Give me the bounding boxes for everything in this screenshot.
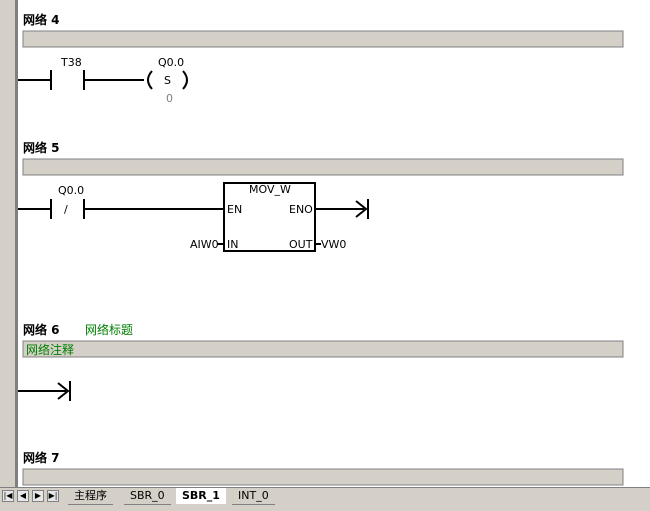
network-6-comment-bar[interactable] <box>22 340 624 358</box>
network-4-comment-bar[interactable] <box>22 30 624 48</box>
last-tab-button[interactable]: ▶| <box>47 490 59 502</box>
prev-tab-button[interactable]: ◀ <box>17 490 29 502</box>
mov-w-in-operand[interactable]: AIW0 <box>190 238 219 251</box>
program-tab-bar: |◀ ◀ ▶ ▶| 主程序 SBR_0 SBR_1 INT_0 <box>0 487 650 511</box>
network-5-contact-type: / <box>64 203 68 216</box>
tab-int0[interactable]: INT_0 <box>232 488 275 505</box>
tab-sbr1-label: SBR_1 <box>182 489 220 502</box>
first-tab-button[interactable]: |◀ <box>2 490 14 502</box>
ladder-editor[interactable]: 网络 4 T38 Q0.0 S 0 网络 5 Q0.0 / MOV_W EN E… <box>0 0 650 487</box>
network-5-contact-label: Q0.0 <box>58 184 84 197</box>
network-6-subtitle[interactable]: 网络标题 <box>85 322 133 337</box>
mov-w-box-title: MOV_W <box>249 183 291 196</box>
network-4-coil-count: 0 <box>166 92 173 105</box>
next-tab-button[interactable]: ▶ <box>32 490 44 502</box>
mov-w-eno-label: ENO <box>289 203 313 216</box>
network-4-coil-label: Q0.0 <box>158 56 184 69</box>
network-4-title[interactable]: 网络 4 <box>23 12 60 27</box>
tab-int0-label: INT_0 <box>238 489 269 502</box>
mov-w-out-label: OUT <box>289 238 313 251</box>
network-5-comment-bar[interactable] <box>22 158 624 176</box>
network-7-comment-bar[interactable] <box>22 468 624 486</box>
tab-main[interactable]: 主程序 <box>68 488 113 505</box>
network-5-title[interactable]: 网络 5 <box>23 140 60 155</box>
network-7-title[interactable]: 网络 7 <box>23 450 60 465</box>
mov-w-out-operand[interactable]: VW0 <box>321 238 346 251</box>
mov-w-en-label: EN <box>227 203 242 216</box>
editor-gutter <box>0 0 15 487</box>
tab-sbr1[interactable]: SBR_1 <box>176 488 226 504</box>
network-6-comment[interactable]: 网络注释 <box>26 342 74 357</box>
network-4-coil-right-arc[interactable] <box>182 70 188 90</box>
power-rail <box>15 0 18 487</box>
network-4-coil-left-arc[interactable] <box>147 70 153 90</box>
tab-sbr0-label: SBR_0 <box>130 489 165 502</box>
tab-main-label: 主程序 <box>74 489 107 502</box>
mov-w-in-label: IN <box>227 238 238 251</box>
network-4-coil-type: S <box>164 74 171 87</box>
tab-sbr0[interactable]: SBR_0 <box>124 488 171 505</box>
network-4-contact-label: T38 <box>60 56 82 69</box>
network-6-title[interactable]: 网络 6 <box>23 322 60 337</box>
